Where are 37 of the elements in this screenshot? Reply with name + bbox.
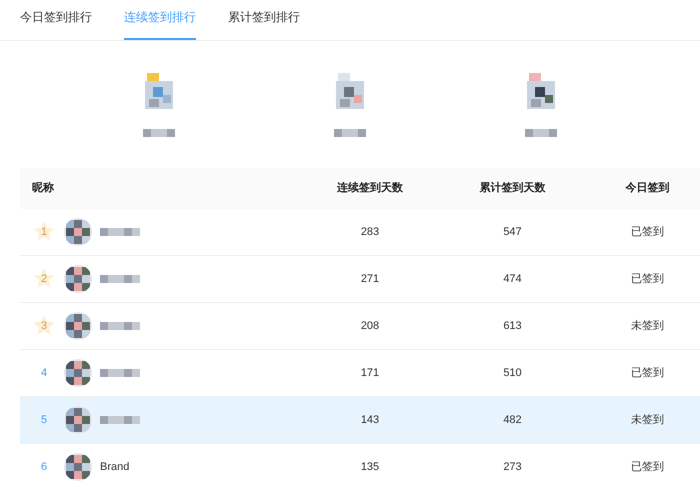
table-cell-text: 已签到 [631, 272, 664, 287]
tab[interactable]: 累计签到排行 [228, 8, 300, 40]
column-header: 今日签到 [626, 181, 670, 196]
table-cell-text: 143 [360, 412, 380, 428]
table-cell-text: 482 [503, 412, 522, 428]
table-cell-text: 271 [360, 272, 380, 287]
rank-number: 4 [40, 366, 48, 381]
pixelated-name-drawing [524, 129, 557, 137]
table-row[interactable]: 5 143 482 未签到 [20, 397, 700, 444]
table-cell-text: 已签到 [631, 224, 664, 240]
tab[interactable]: 今日签到排行 [20, 8, 92, 40]
table-cell-text: 未签到 [631, 318, 664, 334]
table-cell-text: 208 [360, 318, 380, 334]
pixelated-name-drawing [100, 275, 140, 283]
table-cell-text: 未签到 [631, 412, 664, 428]
table-cell-text: 273 [503, 460, 522, 475]
rank-number: 6 [40, 460, 48, 475]
nickname: Brand [100, 460, 130, 475]
table-cell-text: 171 [360, 366, 380, 381]
table-cell-text: 已签到 [631, 366, 664, 381]
table-cell-text: 547 [503, 224, 522, 240]
rank-number: 5 [40, 412, 48, 428]
table-cell-text: 283 [360, 224, 380, 240]
pixelated-name-drawing [100, 369, 140, 377]
table-cell-text: 510 [503, 366, 522, 381]
table-cell-text: 已签到 [631, 460, 664, 475]
column-header: 累计签到天数 [480, 180, 546, 196]
pixelated-name-drawing [100, 322, 140, 330]
column-header: 昵称 [31, 181, 54, 196]
table-cell-text: 135 [360, 460, 380, 475]
pixelated-name-drawing [100, 228, 140, 236]
column-header: 连续签到天数 [337, 180, 403, 196]
pixelated-name-drawing [143, 129, 176, 137]
pixelated-name-drawing [334, 129, 366, 137]
table-cell-text: 474 [503, 272, 522, 287]
pixelated-name-drawing [100, 416, 140, 424]
table-cell-text: 613 [503, 318, 522, 334]
